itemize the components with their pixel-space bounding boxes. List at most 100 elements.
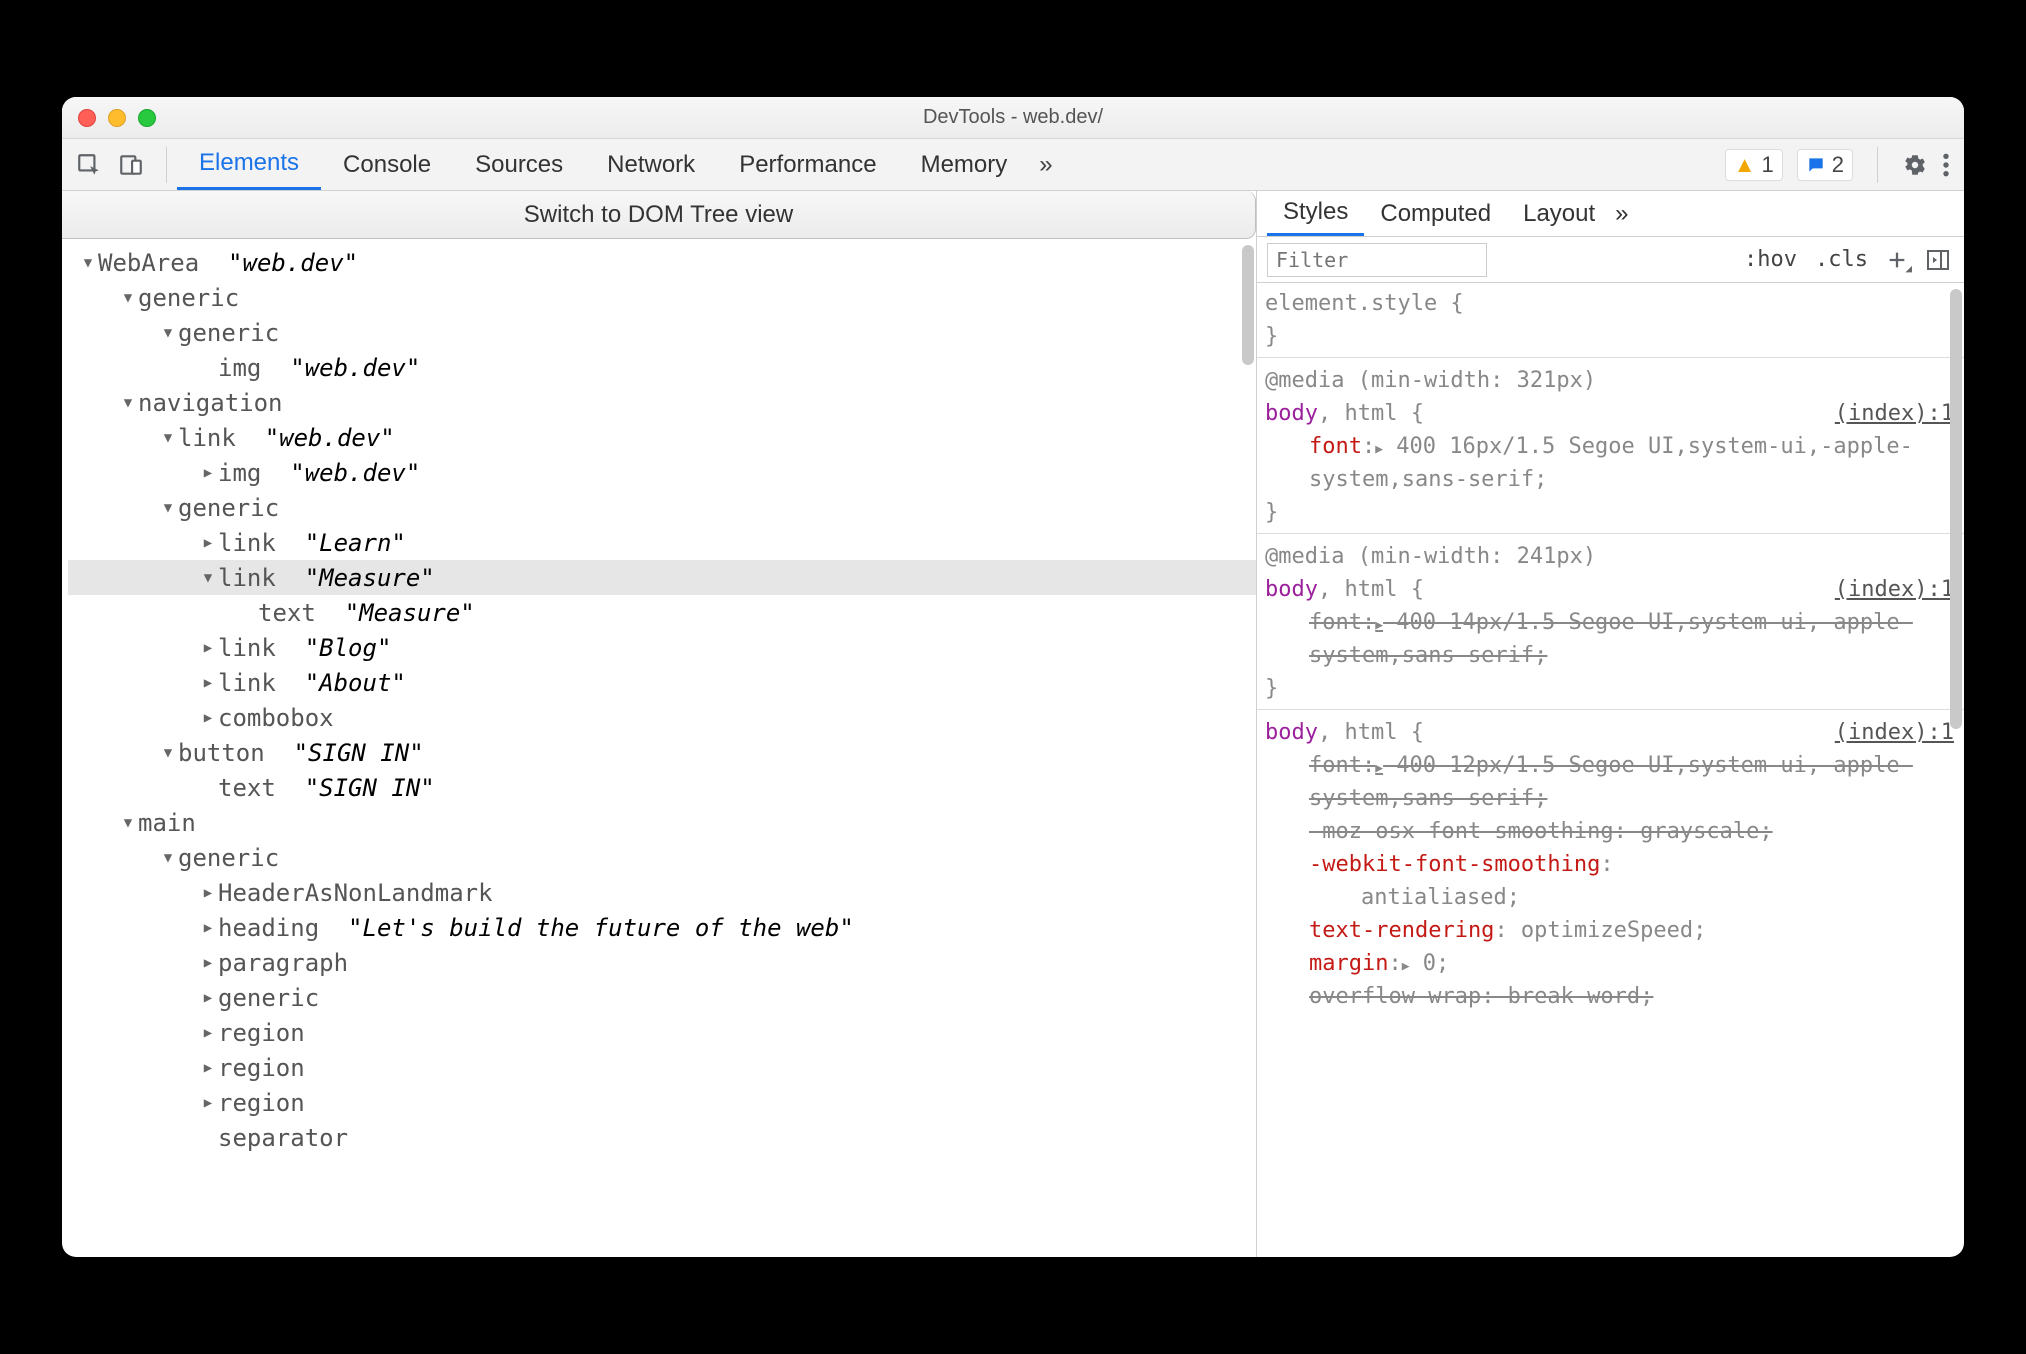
css-property[interactable]: margin <box>1309 951 1388 976</box>
tree-row[interactable]: img "web.dev" <box>68 350 1256 385</box>
toggle-sidebar-icon[interactable] <box>1926 249 1950 271</box>
tree-role-label: combobox <box>218 704 334 732</box>
tree-row[interactable]: generic <box>68 490 1256 525</box>
tree-disclosure-icon[interactable] <box>198 710 218 726</box>
device-toolbar-icon[interactable] <box>118 152 144 178</box>
css-selector[interactable]: body <box>1265 401 1318 426</box>
tree-row[interactable]: link "web.dev" <box>68 420 1256 455</box>
tree-disclosure-icon[interactable] <box>198 990 218 1006</box>
element-selector-icon[interactable] <box>76 152 102 178</box>
settings-gear-icon[interactable] <box>1902 152 1928 178</box>
tree-disclosure-icon[interactable] <box>198 675 218 691</box>
tab-computed[interactable]: Computed <box>1364 191 1507 236</box>
tree-disclosure-icon[interactable] <box>198 1025 218 1041</box>
tree-name-label: "web.dev" <box>276 459 421 487</box>
css-selector[interactable]: body <box>1265 720 1318 745</box>
tree-disclosure-icon[interactable] <box>198 465 218 481</box>
tree-row[interactable]: paragraph <box>68 945 1256 980</box>
css-property[interactable]: font <box>1309 753 1362 778</box>
tree-row[interactable]: img "web.dev" <box>68 455 1256 490</box>
tree-disclosure-icon[interactable] <box>198 535 218 551</box>
source-link[interactable]: (index):1 <box>1835 397 1954 430</box>
class-toggle[interactable]: .cls <box>1815 247 1868 272</box>
tree-role-label: heading <box>218 914 334 942</box>
tree-name-label: "web.dev" <box>250 424 395 452</box>
tab-network[interactable]: Network <box>585 139 717 190</box>
tree-disclosure-icon[interactable] <box>158 325 178 341</box>
source-link[interactable]: (index):1 <box>1835 573 1954 606</box>
tab-elements[interactable]: Elements <box>177 139 321 190</box>
tree-row[interactable]: link "Learn" <box>68 525 1256 560</box>
tree-row[interactable]: heading "Let's build the future of the w… <box>68 910 1256 945</box>
tree-disclosure-icon[interactable] <box>78 255 98 271</box>
tree-disclosure-icon[interactable] <box>158 745 178 761</box>
tree-row[interactable]: separator <box>68 1120 1256 1155</box>
tree-row[interactable]: navigation <box>68 385 1256 420</box>
tree-disclosure-icon[interactable] <box>198 570 218 586</box>
tab-performance[interactable]: Performance <box>717 139 898 190</box>
tab-styles[interactable]: Styles <box>1267 191 1364 236</box>
css-property[interactable]: font <box>1309 610 1362 635</box>
new-style-rule-button[interactable]: ◢ <box>1886 249 1908 271</box>
tree-row[interactable]: text "Measure" <box>68 595 1256 630</box>
tree-row[interactable]: generic <box>68 980 1256 1015</box>
tab-sources[interactable]: Sources <box>453 139 585 190</box>
css-property[interactable]: -webkit-font-smoothing <box>1309 852 1600 877</box>
tree-disclosure-icon[interactable] <box>198 1060 218 1076</box>
messages-badge[interactable]: 2 <box>1797 149 1853 181</box>
tree-row[interactable]: combobox <box>68 700 1256 735</box>
tab-memory[interactable]: Memory <box>899 139 1030 190</box>
switch-view-button[interactable]: Switch to DOM Tree view <box>62 191 1256 239</box>
zoom-window-button[interactable] <box>138 109 156 127</box>
tree-row[interactable]: link "About" <box>68 665 1256 700</box>
tree-disclosure-icon[interactable] <box>158 430 178 446</box>
tree-row[interactable]: main <box>68 805 1256 840</box>
minimize-window-button[interactable] <box>108 109 126 127</box>
tree-disclosure-icon[interactable] <box>198 640 218 656</box>
tree-spacer <box>238 599 258 627</box>
tree-row[interactable]: generic <box>68 840 1256 875</box>
warnings-badge[interactable]: ▲ 1 <box>1725 149 1783 181</box>
tree-row[interactable]: button "SIGN IN" <box>68 735 1256 770</box>
hover-toggle[interactable]: :hov <box>1744 247 1797 272</box>
tree-disclosure-icon[interactable] <box>198 885 218 901</box>
tree-row[interactable]: WebArea "web.dev" <box>68 245 1256 280</box>
scrollbar-thumb[interactable] <box>1950 289 1962 729</box>
main-area: Switch to DOM Tree view WebArea "web.dev… <box>62 191 1964 1257</box>
tree-row[interactable]: region <box>68 1050 1256 1085</box>
more-tabs-button[interactable]: » <box>1029 139 1062 190</box>
source-link[interactable]: (index):1 <box>1835 716 1954 749</box>
tree-disclosure-icon[interactable] <box>198 920 218 936</box>
close-window-button[interactable] <box>78 109 96 127</box>
styles-filter-input[interactable] <box>1267 243 1487 277</box>
tree-disclosure-icon[interactable] <box>158 850 178 866</box>
css-selector[interactable]: body <box>1265 577 1318 602</box>
tree-name-label: "Measure" <box>330 599 475 627</box>
tree-row[interactable]: region <box>68 1085 1256 1120</box>
kebab-menu-icon[interactable] <box>1942 152 1950 178</box>
scrollbar-thumb[interactable] <box>1242 245 1254 365</box>
tree-row[interactable]: generic <box>68 315 1256 350</box>
css-property[interactable]: overflow-wrap <box>1309 984 1481 1009</box>
css-property[interactable]: -moz-osx-font-smoothing <box>1309 819 1614 844</box>
tree-row[interactable]: link "Blog" <box>68 630 1256 665</box>
more-right-tabs-button[interactable]: » <box>1615 200 1628 228</box>
css-property[interactable]: font <box>1309 434 1362 459</box>
media-query-label: @media (min-width: 321px) <box>1265 368 1596 393</box>
tree-disclosure-icon[interactable] <box>198 1095 218 1111</box>
tab-console[interactable]: Console <box>321 139 453 190</box>
accessibility-tree[interactable]: WebArea "web.dev"genericgenericimg "web.… <box>62 239 1256 1257</box>
tree-row[interactable]: link "Measure" <box>68 560 1256 595</box>
tree-row[interactable]: HeaderAsNonLandmark <box>68 875 1256 910</box>
tree-disclosure-icon[interactable] <box>118 395 138 411</box>
tree-disclosure-icon[interactable] <box>158 500 178 516</box>
tree-row[interactable]: text "SIGN IN" <box>68 770 1256 805</box>
tree-disclosure-icon[interactable] <box>198 955 218 971</box>
tree-disclosure-icon[interactable] <box>118 815 138 831</box>
tree-row[interactable]: generic <box>68 280 1256 315</box>
tab-layout[interactable]: Layout <box>1507 191 1611 236</box>
tree-row[interactable]: region <box>68 1015 1256 1050</box>
styles-body[interactable]: element.style { } @media (min-width: 321… <box>1257 283 1964 1257</box>
tree-disclosure-icon[interactable] <box>118 290 138 306</box>
css-property[interactable]: text-rendering <box>1309 918 1494 943</box>
